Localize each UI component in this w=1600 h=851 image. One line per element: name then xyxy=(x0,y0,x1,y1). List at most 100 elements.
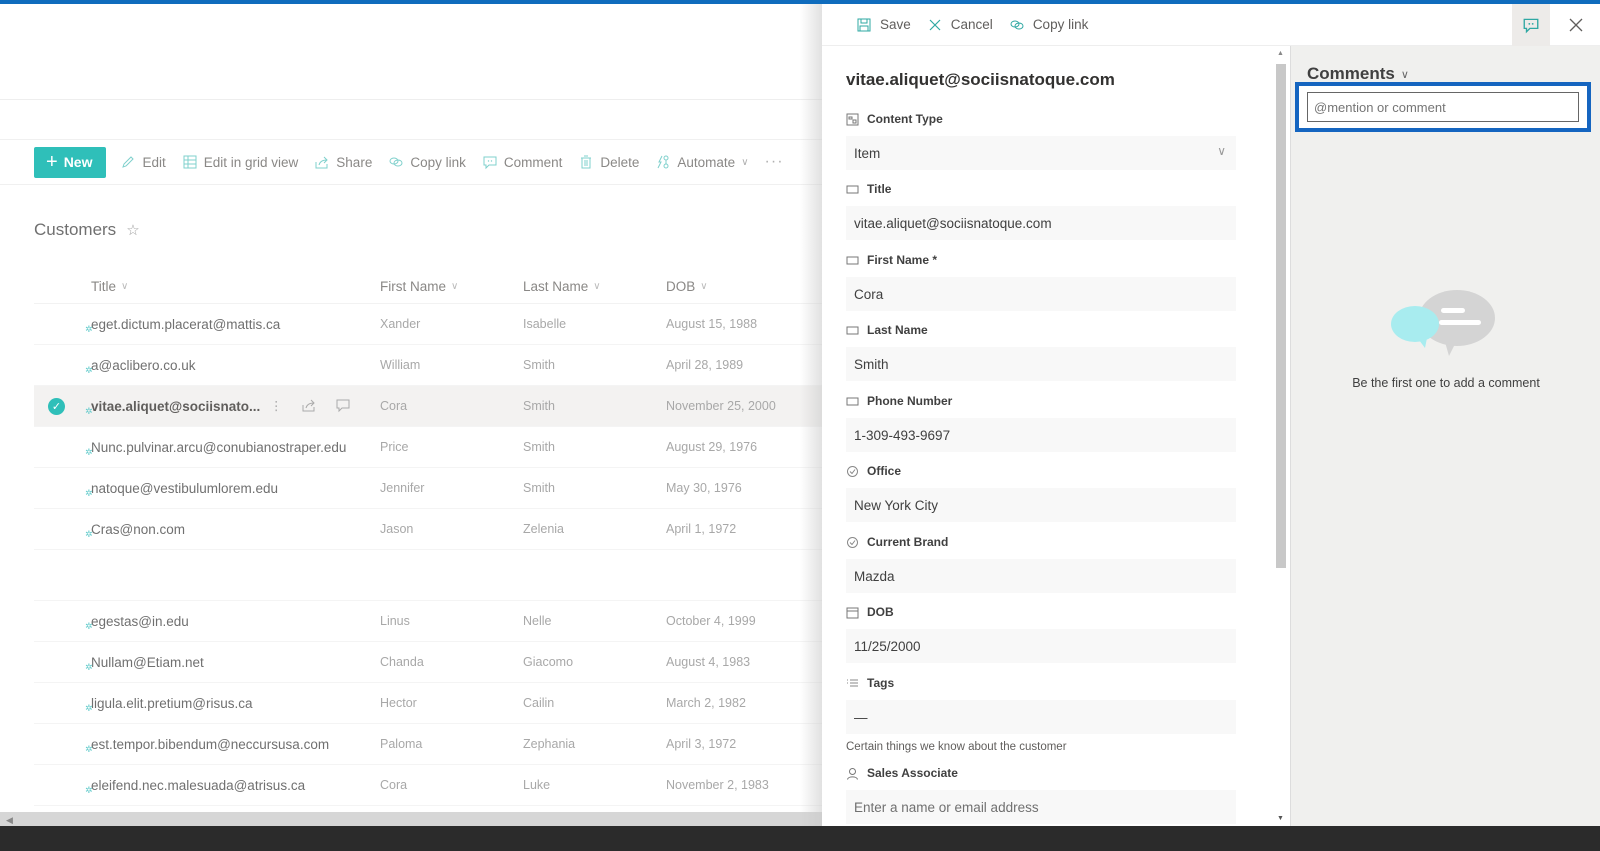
scroll-left-icon[interactable]: ◀ xyxy=(6,815,13,826)
cell-last-name: Luke xyxy=(523,778,551,792)
table-row[interactable]: ✲ eget.dictum.placerat@mattis.ca Xander Isa… xyxy=(34,304,822,345)
table-row[interactable]: ✲ natoque@vestibulumlorem.edu Jennifer Smit… xyxy=(34,468,822,509)
office-choice[interactable]: New York City xyxy=(846,488,1236,522)
share-icon[interactable] xyxy=(301,397,317,413)
field-label-text: Content Type xyxy=(867,112,943,126)
new-item-icon: ✲ xyxy=(85,364,93,375)
share-button[interactable]: Share xyxy=(314,154,372,170)
table-row[interactable]: ✲ Nunc.pulvinar.arcu@conubianostraper.edu… xyxy=(34,427,822,468)
cell-title-text[interactable]: Cras@non.com xyxy=(91,522,185,537)
comment-icon[interactable] xyxy=(335,397,351,413)
cell-title-text[interactable]: eleifend.nec.malesuada@atrisus.ca xyxy=(91,778,305,793)
cell-title[interactable]: ✲ natoque@vestibulumlorem.edu xyxy=(34,481,380,498)
field-label: Phone Number xyxy=(846,392,1236,410)
edit-grid-view-label: Edit in grid view xyxy=(203,154,299,170)
automate-button[interactable]: Automate ∨ xyxy=(655,154,749,170)
person-icon xyxy=(847,767,858,780)
cell-title[interactable]: ✲ egestas@in.edu xyxy=(34,614,380,631)
table-row[interactable]: ✲ Cras@non.com Jason Zelenia April 1, 1972 xyxy=(34,509,822,550)
cell-title-text[interactable]: est.tempor.bibendum@neccursusa.com xyxy=(91,737,329,752)
field-first-name: First Name * Cora xyxy=(846,251,1236,311)
cell-title[interactable]: ✲ Cras@non.com xyxy=(34,522,380,539)
table-row[interactable] xyxy=(34,550,822,601)
tags-input[interactable]: — xyxy=(846,700,1236,734)
field-label-text: Sales Associate xyxy=(867,766,958,780)
cell-title[interactable]: ✲ Nunc.pulvinar.arcu@conubianostraper.edu xyxy=(34,440,380,457)
new-item-icon: ✲ xyxy=(85,620,93,631)
new-item-icon: ✲ xyxy=(85,743,93,754)
automate-label: Automate xyxy=(677,154,736,170)
scroll-down-icon[interactable]: ▼ xyxy=(1277,815,1284,822)
new-item-icon: ✲ xyxy=(85,405,93,416)
title-input[interactable]: vitae.aliquet@sociisnatoque.com xyxy=(846,206,1236,240)
edit-label: Edit xyxy=(142,154,166,170)
cell-title-text[interactable]: a@aclibero.co.uk xyxy=(91,358,196,373)
content-type-dropdown[interactable]: Item ∨ xyxy=(846,136,1236,170)
edit-button[interactable]: Edit xyxy=(120,154,166,170)
cell-title[interactable]: ✲ est.tempor.bibendum@neccursusa.com xyxy=(34,737,380,754)
favorite-star-icon[interactable]: ☆ xyxy=(126,221,139,239)
column-header-title[interactable]: Title ∨ xyxy=(34,279,380,294)
cell-title[interactable]: ✲ eleifend.nec.malesuada@atrisus.ca xyxy=(34,778,380,795)
chevron-down-icon: ∨ xyxy=(700,280,708,292)
edit-grid-view-button[interactable]: Edit in grid view xyxy=(182,154,299,170)
column-label: Title xyxy=(91,278,117,294)
new-button[interactable]: + New xyxy=(34,146,107,178)
header-divider xyxy=(0,99,822,100)
column-header-last-name[interactable]: Last Name ∨ xyxy=(523,279,666,294)
comment-button[interactable]: Comment xyxy=(482,154,562,170)
table-row[interactable]: ✲ ligula.elit.pretium@risus.ca Hector Caili… xyxy=(34,683,822,724)
cell-first-name: William xyxy=(380,358,421,372)
cell-title[interactable]: ✲ ligula.elit.pretium@risus.ca xyxy=(34,696,380,713)
cell-title[interactable]: ✲ eget.dictum.placerat@mattis.ca xyxy=(34,317,380,334)
sales-associate-people-picker[interactable]: Enter a name or email address xyxy=(846,790,1236,824)
more-options-button[interactable]: ··· xyxy=(765,153,784,171)
table-row[interactable]: ✲ Nullam@Etiam.net Chanda Giacomo August 4, … xyxy=(34,642,822,683)
field-value: 11/25/2000 xyxy=(854,638,921,654)
choice-check-icon xyxy=(847,536,858,548)
save-button[interactable]: Save xyxy=(856,17,911,33)
delete-button[interactable]: Delete xyxy=(578,154,639,170)
last-name-input[interactable]: Smith xyxy=(846,347,1236,381)
trash-icon xyxy=(581,155,592,169)
cell-last-name: Smith xyxy=(523,440,555,454)
grid-header: Title ∨ First Name ∨ Last Name ∨ DOB ∨ xyxy=(34,269,822,304)
comment-input[interactable] xyxy=(1307,92,1579,122)
table-row[interactable]: ✲ eleifend.nec.malesuada@atrisus.ca Cora Lu… xyxy=(34,765,822,806)
cell-title-text[interactable]: Nullam@Etiam.net xyxy=(91,655,204,670)
cell-title-text[interactable]: vitae.aliquet@sociisnato... xyxy=(91,399,260,414)
current-brand-choice[interactable]: Mazda xyxy=(846,559,1236,593)
cell-first-name: Cora xyxy=(380,399,408,413)
form-vertical-scrollbar[interactable]: ▲ ▼ xyxy=(1272,46,1290,826)
comment-icon xyxy=(483,156,497,170)
horizontal-scrollbar[interactable]: ◀ xyxy=(0,812,822,826)
scrollbar-thumb[interactable] xyxy=(1276,64,1286,568)
comments-heading[interactable]: Comments ∨ xyxy=(1307,64,1409,84)
table-row-selected[interactable]: ✓ ✲ vitae.aliquet@sociisnato... Cora Smith No… xyxy=(34,386,822,427)
copy-link-button[interactable]: Copy link xyxy=(1009,17,1088,33)
cell-title-text[interactable]: eget.dictum.placerat@mattis.ca xyxy=(91,317,280,332)
cell-title-text[interactable]: egestas@in.edu xyxy=(91,614,189,629)
table-row[interactable]: ✲ a@aclibero.co.uk William Smith April 28, 1… xyxy=(34,345,822,386)
cell-title-text[interactable]: Nunc.pulvinar.arcu@conubianostraper.edu xyxy=(91,440,346,455)
column-header-dob[interactable]: DOB ∨ xyxy=(666,279,816,294)
calendar-icon xyxy=(846,607,859,618)
table-row[interactable]: ✲ est.tempor.bibendum@neccursusa.com Palom… xyxy=(34,724,822,765)
cell-title-text[interactable]: ligula.elit.pretium@risus.ca xyxy=(91,696,253,711)
first-name-input[interactable]: Cora xyxy=(846,277,1236,311)
dob-date-picker[interactable]: 11/25/2000 xyxy=(846,629,1236,663)
cell-last-name: Smith xyxy=(523,358,555,372)
scroll-up-icon[interactable]: ▲ xyxy=(1277,50,1284,57)
cell-title[interactable]: ✲ a@aclibero.co.uk xyxy=(34,358,380,375)
more-vertical-icon[interactable]: ⋮ xyxy=(270,398,283,413)
cell-title-text[interactable]: natoque@vestibulumlorem.edu xyxy=(91,481,278,496)
cancel-button[interactable]: Cancel xyxy=(927,17,993,33)
toggle-comments-button[interactable] xyxy=(1512,4,1550,46)
column-header-first-name[interactable]: First Name ∨ xyxy=(380,279,523,294)
phone-number-input[interactable]: 1-309-493-9697 xyxy=(846,418,1236,452)
close-panel-button[interactable] xyxy=(1558,4,1594,46)
field-value: Item xyxy=(854,145,881,161)
cell-title[interactable]: ✲ Nullam@Etiam.net xyxy=(34,655,380,672)
table-row[interactable]: ✲ egestas@in.edu Linus Nelle October 4, 1999 xyxy=(34,601,822,642)
copy-link-button[interactable]: Copy link xyxy=(388,154,466,170)
